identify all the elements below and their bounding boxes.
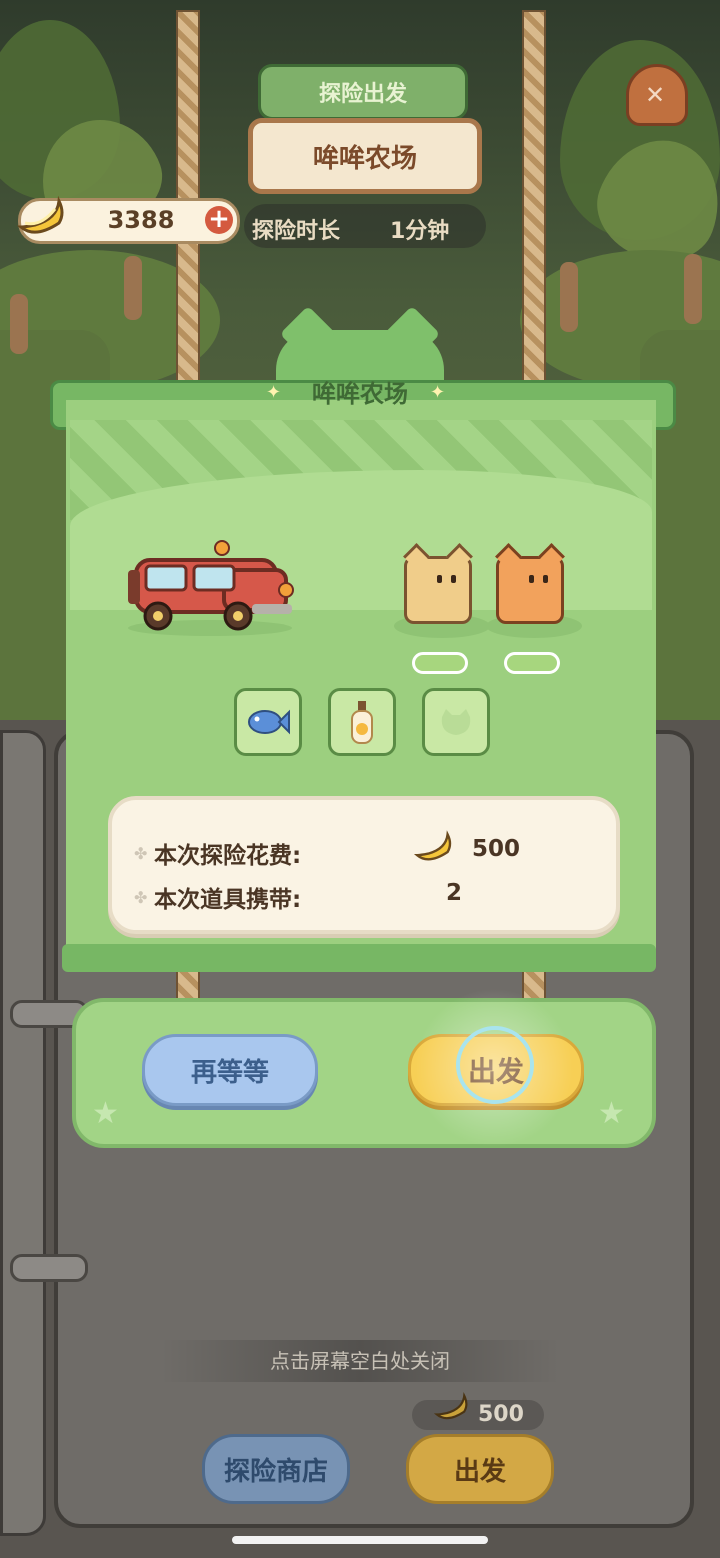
clover-icon: ✤: [134, 888, 148, 907]
banana-icon: [413, 830, 452, 861]
item-slot-bottle[interactable]: [328, 688, 396, 756]
side-card: [0, 730, 46, 1536]
home-indicator[interactable]: [232, 1536, 488, 1544]
plus-icon[interactable]: +: [205, 206, 233, 234]
duration-bar: 探险时长 1分钟: [244, 204, 486, 248]
explore-shop-button[interactable]: 探险商店: [202, 1434, 350, 1504]
clover-icon: ✤: [134, 844, 148, 863]
cost-summary: ✤ 本次探险花费: 500 ✤ 本次道具携带: 2: [108, 796, 620, 934]
orange-cat-icon[interactable]: [495, 543, 565, 624]
scroll-title: 哞哞农场: [312, 380, 408, 408]
wait-button[interactable]: 再等等: [142, 1034, 318, 1106]
item-slot-empty[interactable]: [422, 688, 490, 756]
tap-hint-ring: [456, 1026, 534, 1104]
explore-cost-value: 500: [472, 836, 521, 862]
duration-value: 1分钟: [390, 219, 450, 244]
sparkle-icon: ✦: [430, 382, 446, 403]
duration-label: 探险时长: [252, 219, 341, 244]
explore-cost-label: 本次探险花费:: [154, 843, 302, 869]
banana-icon: [433, 1392, 468, 1420]
item-slot-fish[interactable]: [234, 688, 302, 756]
cat-status-bar: [412, 652, 468, 674]
blue-fish-icon: [248, 709, 290, 735]
star-icon: ★: [598, 1096, 625, 1131]
close-hint: 点击屏幕空白处关闭: [160, 1340, 560, 1382]
items-carried-value: 2: [446, 880, 463, 906]
items-carried-label: 本次道具携带:: [154, 887, 302, 913]
star-icon: ★: [92, 1096, 119, 1131]
footer-depart-button[interactable]: 出发: [406, 1434, 554, 1504]
bottle-icon: [351, 701, 373, 744]
footer-cost-value: 500: [478, 1402, 524, 1427]
sparkle-icon: ✦: [266, 382, 282, 403]
location-sign: 哞哞农场: [248, 118, 482, 194]
binder-ring: [10, 1254, 88, 1282]
footer-cost: 500: [412, 1392, 544, 1430]
yellow-cat-icon[interactable]: [403, 543, 473, 624]
banana-icon: [16, 195, 64, 234]
banana-counter: 3388 +: [16, 195, 240, 244]
close-tag-icon[interactable]: ✕: [626, 64, 688, 126]
ribbon-title: 探险出发: [258, 64, 468, 120]
scroll-bottom-rod: [62, 944, 656, 972]
jeep-icon: [128, 540, 294, 636]
hanging-rope: [522, 10, 546, 386]
cat-status-bar: [504, 652, 560, 674]
cat-silhouette-icon: [441, 709, 471, 735]
banana-count: 3388: [107, 206, 175, 234]
